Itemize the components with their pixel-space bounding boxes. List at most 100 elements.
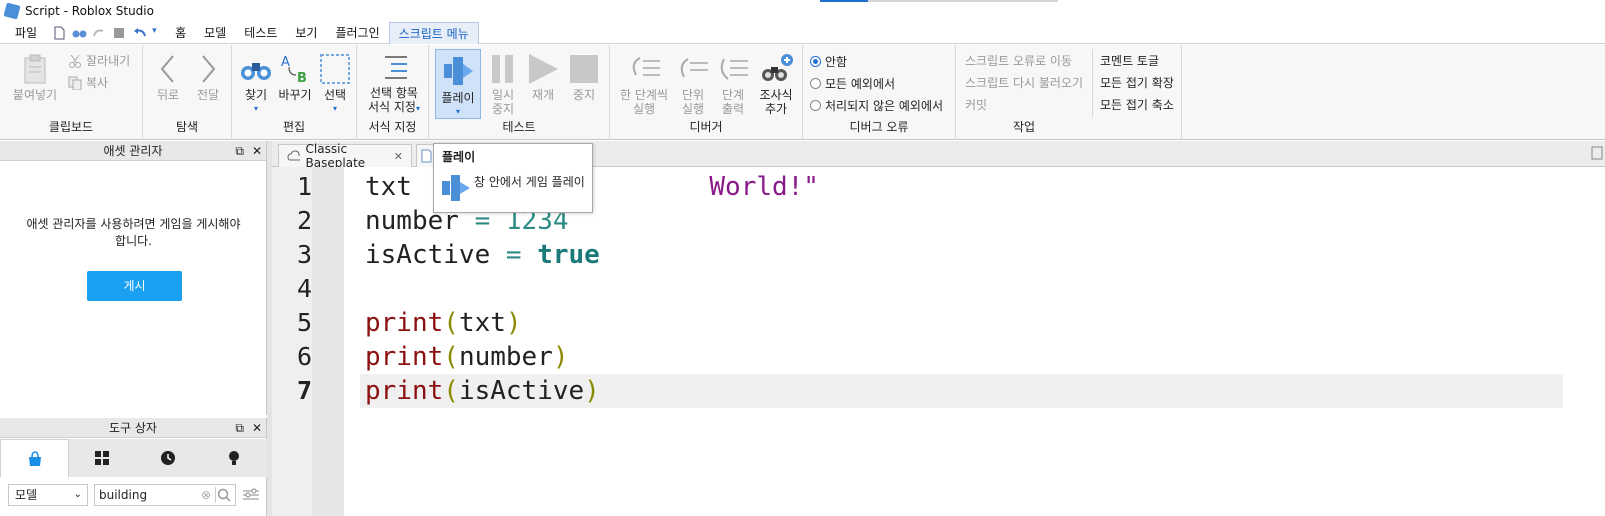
find-button[interactable]: 찾기 ▾ bbox=[238, 53, 274, 116]
team-icon[interactable] bbox=[72, 26, 87, 40]
script-editor[interactable]: 1 2 3 4 5 6 7 txt World!" number = 1234 … bbox=[272, 167, 1605, 516]
close-icon[interactable]: ✕ bbox=[252, 141, 262, 161]
play-tooltip: 플레이 창 안에서 게임 플레이 bbox=[433, 143, 593, 213]
tab-marketplace[interactable] bbox=[0, 439, 69, 477]
step-over-icon bbox=[632, 57, 660, 76]
radio-all-indicator[interactable] bbox=[810, 78, 821, 89]
new-file-icon[interactable] bbox=[52, 26, 66, 40]
add-watch-button[interactable]: 조사식 추가 bbox=[756, 53, 796, 116]
edit-group-label: 편집 bbox=[282, 120, 306, 134]
menu-model[interactable]: 모델 bbox=[195, 22, 235, 44]
search-icon[interactable] bbox=[215, 487, 233, 503]
filter-icon[interactable] bbox=[242, 487, 260, 506]
step-out-icon bbox=[720, 58, 748, 80]
replace-label: 바꾸기 bbox=[278, 88, 312, 102]
toolbox-panel: 도구 상자 ⧉ ✕ 모델 ⌄ building ⊗ bbox=[0, 418, 267, 516]
search-input[interactable]: building ⊗ bbox=[94, 484, 236, 506]
stop-button[interactable]: 중지 bbox=[567, 53, 601, 102]
clear-search-icon[interactable]: ⊗ bbox=[201, 485, 211, 505]
tooltip-title: 플레이 bbox=[442, 150, 476, 164]
commit-button[interactable]: 커밋 bbox=[965, 96, 987, 113]
grid-icon bbox=[95, 451, 109, 465]
toolbox-tabs bbox=[0, 439, 267, 477]
paste-button[interactable]: 붙여넣기 bbox=[10, 53, 60, 102]
close-icon[interactable]: ✕ bbox=[252, 418, 262, 438]
forward-button[interactable]: 전달 bbox=[191, 53, 225, 102]
replace-button[interactable]: AB 바꾸기 bbox=[276, 53, 314, 102]
asset-manager-message-line1: 애셋 관리자를 사용하려면 게임을 게시해야 bbox=[26, 217, 241, 231]
radio-never-indicator[interactable] bbox=[810, 56, 821, 67]
collapse-all-folds-button[interactable]: 모든 접기 축소 bbox=[1100, 96, 1174, 113]
window-restore-icon[interactable] bbox=[1589, 145, 1603, 164]
publish-button[interactable]: 게시 bbox=[87, 271, 182, 301]
select-label: 선택 bbox=[323, 88, 347, 102]
line-number: 2 bbox=[296, 206, 312, 235]
menu-home[interactable]: 홈 bbox=[166, 22, 195, 44]
code-line-5[interactable]: print(txt) bbox=[365, 306, 522, 340]
format-lines-icon bbox=[385, 56, 407, 79]
copy-button[interactable]: 복사 bbox=[68, 74, 108, 91]
menu-file[interactable]: 파일 bbox=[6, 22, 46, 44]
paste-label: 붙여넣기 bbox=[12, 88, 58, 102]
title-accent bbox=[820, 0, 868, 2]
redo-icon[interactable] bbox=[92, 26, 106, 40]
float-icon[interactable]: ⧉ bbox=[235, 141, 244, 161]
menu-script[interactable]: 스크립트 메뉴 bbox=[388, 21, 479, 44]
group-debugger: 한 단계씩 실행 단위 실행 단계 출력 조사식 추가 디버거 bbox=[610, 45, 803, 140]
select-button[interactable]: 선택 ▾ bbox=[318, 53, 352, 116]
code-paren: ) bbox=[584, 376, 600, 406]
menu-bar: 파일 ▾ 홈 모델 테스트 보기 플러그인 스크립트 메뉴 bbox=[0, 21, 1605, 44]
radio-unhandled-exceptions[interactable]: 처리되지 않은 예외에서 bbox=[810, 97, 943, 114]
select-dropdown-icon[interactable]: ▾ bbox=[318, 102, 352, 116]
find-dropdown-icon[interactable]: ▾ bbox=[238, 102, 274, 116]
play-icon bbox=[444, 57, 473, 85]
radio-never[interactable]: 안함 bbox=[810, 53, 847, 70]
line-number: 4 bbox=[296, 274, 312, 303]
tab-classic-baseplate-label: Classic Baseplate bbox=[305, 142, 366, 170]
goto-error-button[interactable]: 스크립트 오류로 이동 bbox=[965, 52, 1072, 69]
format-dropdown-icon[interactable]: ▾ bbox=[416, 104, 420, 113]
tab-recent[interactable] bbox=[135, 439, 201, 477]
replace-icon: AB bbox=[281, 55, 307, 85]
back-button[interactable]: 뒤로 bbox=[151, 53, 185, 102]
step-over-button[interactable]: 한 단계씩 실행 bbox=[616, 53, 672, 116]
actions-group-label: 작업 bbox=[1012, 120, 1036, 134]
add-watch-icon bbox=[762, 54, 793, 81]
pause-button[interactable]: 일시 중지 bbox=[487, 53, 519, 116]
code-line-3[interactable]: isActive = true bbox=[365, 238, 600, 272]
radio-unhandled-indicator[interactable] bbox=[810, 100, 821, 111]
step-into-button[interactable]: 단위 실행 bbox=[676, 53, 710, 116]
tab-creations[interactable] bbox=[201, 439, 267, 477]
menu-plugins[interactable]: 플러그인 bbox=[326, 22, 388, 44]
debugger-group-label: 디버거 bbox=[689, 120, 723, 134]
menu-test[interactable]: 테스트 bbox=[235, 22, 286, 44]
quick-access-dropdown-icon[interactable]: ▾ bbox=[152, 26, 160, 40]
menu-view[interactable]: 보기 bbox=[286, 22, 326, 44]
cut-button[interactable]: 잘라내기 bbox=[68, 52, 130, 69]
format-selection-button[interactable]: 선택 항목 서식 지정▾ bbox=[363, 53, 425, 116]
code-boolean: true bbox=[537, 240, 600, 270]
binoculars-icon bbox=[241, 63, 271, 80]
radio-never-label: 안함 bbox=[825, 55, 848, 69]
reload-script-button[interactable]: 스크립트 다시 불러오기 bbox=[965, 74, 1083, 91]
tab-inventory[interactable] bbox=[69, 439, 135, 477]
copy-label: 복사 bbox=[86, 76, 109, 90]
step-out-button[interactable]: 단계 출력 bbox=[716, 53, 750, 116]
close-icon[interactable]: ✕ bbox=[394, 150, 403, 163]
toggle-comment-button[interactable]: 코멘트 토글 bbox=[1100, 52, 1159, 69]
code-line-6[interactable]: print(number) bbox=[365, 340, 569, 374]
code-line-7[interactable]: print(isActive) bbox=[365, 374, 600, 408]
forward-label: 전달 bbox=[196, 88, 220, 102]
play-dropdown-icon[interactable]: ▾ bbox=[436, 105, 480, 119]
play-button[interactable]: 플레이 ▾ bbox=[435, 49, 481, 119]
pause-label-2: 중지 bbox=[491, 102, 515, 116]
stop-icon[interactable] bbox=[112, 26, 126, 40]
tab-classic-baseplate[interactable]: Classic Baseplate ✕ bbox=[278, 142, 412, 170]
category-select[interactable]: 모델 ⌄ bbox=[8, 484, 88, 506]
radio-all-exceptions[interactable]: 모든 예외에서 bbox=[810, 75, 895, 92]
undo-icon[interactable] bbox=[132, 26, 147, 40]
resume-button[interactable]: 재개 bbox=[525, 53, 561, 102]
float-icon[interactable]: ⧉ bbox=[235, 418, 244, 438]
expand-all-folds-button[interactable]: 모든 접기 확장 bbox=[1100, 74, 1174, 91]
step-into-label-1: 단위 bbox=[681, 88, 705, 102]
